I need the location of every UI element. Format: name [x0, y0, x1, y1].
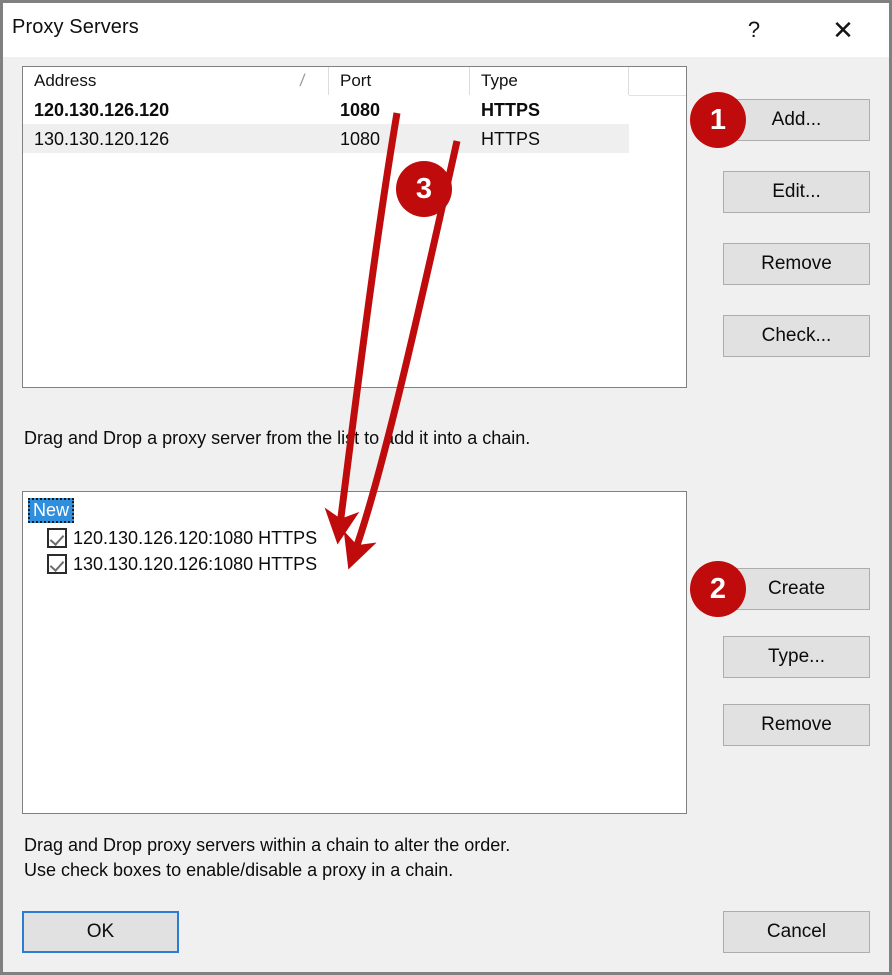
chain-item-checkbox[interactable]: [47, 554, 67, 574]
cell-address: 130.130.120.126: [34, 127, 169, 151]
chain-item-label: 120.130.126.120:1080 HTTPS: [73, 528, 317, 549]
chain-drag-hint: Drag and Drop a proxy server from the li…: [24, 428, 530, 449]
list-item[interactable]: 130.130.120.126:1080 HTTPS: [47, 551, 317, 577]
proxy-chain-list[interactable]: New 120.130.126.120:1080 HTTPS 130.130.1…: [22, 491, 687, 814]
help-icon[interactable]: ?: [731, 3, 777, 57]
checkbox-hint: Use check boxes to enable/disable a prox…: [24, 860, 453, 881]
type-button[interactable]: Type...: [723, 636, 870, 678]
check-button[interactable]: Check...: [723, 315, 870, 357]
column-header-port[interactable]: Port: [329, 67, 470, 95]
cell-address: 120.130.126.120: [34, 98, 169, 122]
annotation-badge-1: 1: [690, 92, 746, 148]
cell-port: 1080: [340, 127, 380, 151]
chain-item-checkbox[interactable]: [47, 528, 67, 548]
remove-button[interactable]: Remove: [723, 243, 870, 285]
chain-item-label: 130.130.120.126:1080 HTTPS: [73, 554, 317, 575]
proxy-servers-dialog: Proxy Servers ? ✕ Address / Port Type 12…: [3, 3, 889, 972]
list-item[interactable]: 120.130.126.120:1080 HTTPS: [47, 525, 317, 551]
chain-order-hint: Drag and Drop proxy servers within a cha…: [24, 835, 510, 856]
column-header-address[interactable]: Address: [23, 67, 329, 95]
column-header-type[interactable]: Type: [470, 67, 629, 95]
table-row[interactable]: 130.130.120.126 1080 HTTPS: [23, 124, 629, 153]
list-column-header: Address / Port Type: [23, 67, 686, 96]
proxy-server-list[interactable]: Address / Port Type 120.130.126.120 1080…: [22, 66, 687, 388]
remove-chain-button[interactable]: Remove: [723, 704, 870, 746]
edit-button[interactable]: Edit...: [723, 171, 870, 213]
cell-type: HTTPS: [481, 98, 540, 122]
cancel-button[interactable]: Cancel: [723, 911, 870, 953]
table-row[interactable]: 120.130.126.120 1080 HTTPS: [23, 95, 629, 124]
annotation-badge-2: 2: [690, 561, 746, 617]
window-title: Proxy Servers: [12, 16, 139, 39]
chain-root-node[interactable]: New: [28, 498, 74, 523]
cell-type: HTTPS: [481, 127, 540, 151]
title-bar: Proxy Servers ? ✕: [3, 3, 889, 57]
close-icon[interactable]: ✕: [820, 3, 866, 57]
cell-port: 1080: [340, 98, 380, 122]
ok-button[interactable]: OK: [22, 911, 179, 953]
annotation-badge-3: 3: [396, 161, 452, 217]
